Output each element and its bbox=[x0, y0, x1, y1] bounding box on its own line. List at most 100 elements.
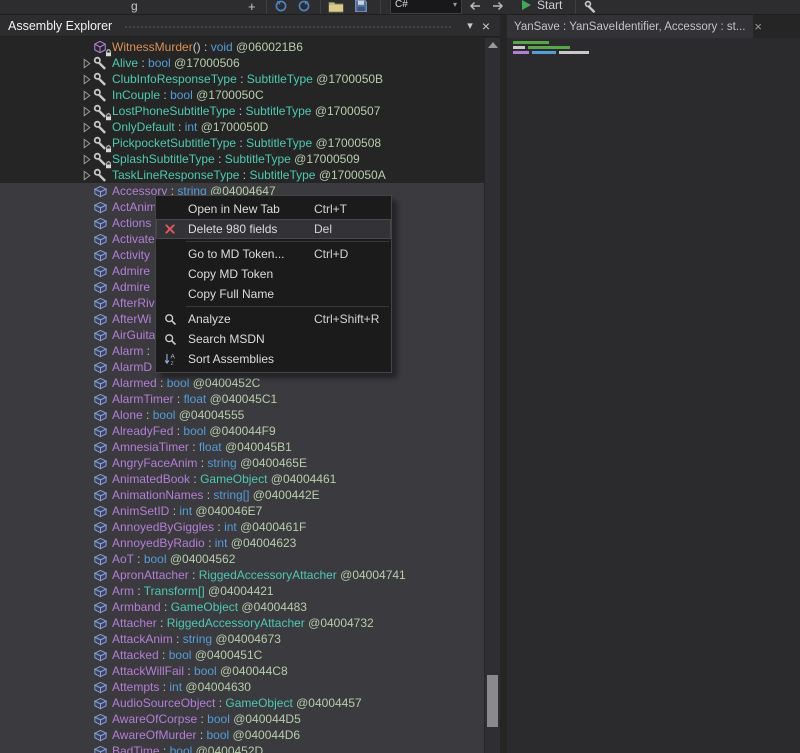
row-label: LostPhoneSubtitleType : SubtitleType @17… bbox=[112, 104, 380, 118]
tree-row-property[interactable]: ClubInfoResponseType : SubtitleType @170… bbox=[0, 71, 500, 87]
expander-spacer bbox=[80, 185, 93, 198]
tree-row-field[interactable]: AnimatedBook : GameObject @04004461 bbox=[0, 471, 500, 487]
tree-row-field[interactable]: AmnesiaTimer : float @040045B1 bbox=[0, 439, 500, 455]
menu-item-search-msdn[interactable]: Search MSDN bbox=[156, 329, 391, 349]
panel-close-icon[interactable]: × bbox=[478, 21, 494, 31]
field-icon bbox=[93, 232, 110, 247]
field-icon bbox=[93, 312, 110, 327]
tree-row-field[interactable]: Alarmed : bool @0400452C bbox=[0, 375, 500, 391]
tree-row-field[interactable]: AoT : bool @04004562 bbox=[0, 551, 500, 567]
menu-item-sort-assemblies[interactable]: AzSort Assemblies bbox=[156, 349, 391, 369]
expander-icon[interactable] bbox=[80, 169, 93, 182]
tree-row-field[interactable]: AwareOfCorpse : bool @040044D5 bbox=[0, 711, 500, 727]
expander-icon[interactable] bbox=[80, 121, 93, 134]
wrench-icon bbox=[93, 72, 110, 87]
language-combo[interactable]: C# ▾ bbox=[390, 0, 462, 14]
tree-scrollbar[interactable] bbox=[484, 38, 500, 753]
tree-row-field[interactable]: AnnoyedByRadio : int @04004623 bbox=[0, 535, 500, 551]
start-button[interactable]: Start bbox=[521, 0, 562, 12]
expander-spacer bbox=[80, 489, 93, 502]
tree-row-field[interactable]: Attacher : RiggedAccessoryAttacher @0400… bbox=[0, 615, 500, 631]
tree-row-field[interactable]: AnimSetID : int @040046E7 bbox=[0, 503, 500, 519]
tab-yansave[interactable]: YanSave : YanSaveIdentifier, Accessory :… bbox=[507, 15, 753, 38]
row-label: Admire bbox=[112, 280, 150, 294]
assembly-explorer-titlebar[interactable]: Assembly Explorer ▾ × bbox=[0, 15, 500, 37]
field-icon bbox=[93, 472, 110, 487]
tree-row-field[interactable]: Arm : Transform[] @04004421 bbox=[0, 583, 500, 599]
expander-icon[interactable] bbox=[80, 57, 93, 70]
row-label: AnimationNames : string[] @0400442E bbox=[112, 488, 320, 502]
menu-item-shortcut: Ctrl+D bbox=[314, 247, 348, 261]
navigate-back-icon[interactable] bbox=[468, 0, 482, 14]
menu-item-copy-full-name[interactable]: Copy Full Name bbox=[156, 284, 391, 304]
row-label: AnimatedBook : GameObject @04004461 bbox=[112, 472, 336, 486]
expander-spacer bbox=[80, 601, 93, 614]
tree-row-property[interactable]: SplashSubtitleType : SubtitleType @17000… bbox=[0, 151, 500, 167]
redo-icon[interactable] bbox=[297, 0, 311, 14]
titlebar-drag-grip bbox=[124, 24, 452, 29]
field-icon bbox=[93, 216, 110, 231]
navigate-forward-icon[interactable] bbox=[491, 0, 505, 14]
tree-row-field[interactable]: AwareOfMurder : bool @040044D6 bbox=[0, 727, 500, 743]
tree-row-field[interactable]: Armband : GameObject @04004483 bbox=[0, 599, 500, 615]
expander-spacer bbox=[80, 649, 93, 662]
tree-row-method[interactable]: WitnessMurder() : void @060021B6 bbox=[0, 39, 500, 55]
undo-icon[interactable] bbox=[274, 0, 288, 14]
field-icon bbox=[93, 680, 110, 695]
scroll-up-icon[interactable] bbox=[488, 42, 498, 48]
tree-row-property[interactable]: InCouple : bool @1700050C bbox=[0, 87, 500, 103]
menu-item-label: Search MSDN bbox=[188, 332, 265, 346]
tree-row-field[interactable]: AttackWillFail : bool @040044C8 bbox=[0, 663, 500, 679]
scrollbar-thumb[interactable] bbox=[487, 675, 498, 727]
menu-item-analyze[interactable]: AnalyzeCtrl+Shift+R bbox=[156, 309, 391, 329]
tree-row-field[interactable]: Alone : bool @04004555 bbox=[0, 407, 500, 423]
row-label: Armband : GameObject @04004483 bbox=[112, 600, 307, 614]
row-label: AlreadyFed : bool @040044F9 bbox=[112, 424, 276, 438]
tree-row-property[interactable]: OnlyDefault : int @1700050D bbox=[0, 119, 500, 135]
field-icon bbox=[93, 376, 110, 391]
wrench-icon bbox=[93, 88, 110, 103]
expander-spacer bbox=[80, 281, 93, 294]
plus-icon[interactable]: + bbox=[248, 0, 256, 14]
menu-item-copy-md-token[interactable]: Copy MD Token bbox=[156, 264, 391, 284]
menu-icon-spacer bbox=[162, 247, 178, 261]
tree-row-field[interactable]: BadTime : bool @0400452D bbox=[0, 743, 500, 753]
play-icon bbox=[521, 0, 532, 11]
tab-close-icon[interactable]: × bbox=[754, 22, 762, 32]
tree-row-field[interactable]: AlarmTimer : float @040045C1 bbox=[0, 391, 500, 407]
expander-icon[interactable] bbox=[80, 105, 93, 118]
tree-row-property[interactable]: LostPhoneSubtitleType : SubtitleType @17… bbox=[0, 103, 500, 119]
row-label: AfterWi bbox=[112, 312, 151, 326]
tree-row-field[interactable]: AnimationNames : string[] @0400442E bbox=[0, 487, 500, 503]
expander-icon[interactable] bbox=[80, 89, 93, 102]
field-icon bbox=[93, 408, 110, 423]
tree-row-field[interactable]: Attacked : bool @0400451C bbox=[0, 647, 500, 663]
tree-row-field[interactable]: AngryFaceAnim : string @0400465E bbox=[0, 455, 500, 471]
tree-row-field[interactable]: ApronAttacher : RiggedAccessoryAttacher … bbox=[0, 567, 500, 583]
expander-icon[interactable] bbox=[80, 153, 93, 166]
tree-row-field[interactable]: AlreadyFed : bool @040044F9 bbox=[0, 423, 500, 439]
menu-item-go-to-md-token[interactable]: Go to MD Token...Ctrl+D bbox=[156, 244, 391, 264]
tree-row-field[interactable]: AudioSourceObject : GameObject @04004457 bbox=[0, 695, 500, 711]
menu-item-open-in-new-tab[interactable]: Open in New TabCtrl+T bbox=[156, 199, 391, 219]
wrench-icon bbox=[93, 168, 110, 183]
tree-row-property[interactable]: TaskLineResponseType : SubtitleType @170… bbox=[0, 167, 500, 183]
menu-item-delete-980-fields[interactable]: Delete 980 fieldsDel bbox=[156, 219, 391, 239]
del-icon bbox=[162, 222, 178, 236]
menu-separator bbox=[186, 306, 389, 307]
expander-icon[interactable] bbox=[80, 73, 93, 86]
tree-row-field[interactable]: AnnoyedByGiggles : int @0400461F bbox=[0, 519, 500, 535]
save-icon[interactable] bbox=[354, 0, 368, 14]
tree-row-field[interactable]: AttackAnim : string @04004673 bbox=[0, 631, 500, 647]
field-icon bbox=[93, 440, 110, 455]
wrench-icon[interactable] bbox=[584, 0, 597, 14]
tree-row-property[interactable]: PickpocketSubtitleType : SubtitleType @1… bbox=[0, 135, 500, 151]
svg-text:z: z bbox=[170, 360, 173, 366]
window-position-caret-icon[interactable]: ▾ bbox=[462, 19, 478, 32]
tree-row-field[interactable]: Attempts : int @04004630 bbox=[0, 679, 500, 695]
open-folder-icon[interactable] bbox=[328, 0, 344, 14]
row-label: SplashSubtitleType : SubtitleType @17000… bbox=[112, 152, 360, 166]
tree-row-property[interactable]: Alive : bool @17000506 bbox=[0, 55, 500, 71]
expander-icon[interactable] bbox=[80, 137, 93, 150]
row-label: Attempts : int @04004630 bbox=[112, 680, 251, 694]
